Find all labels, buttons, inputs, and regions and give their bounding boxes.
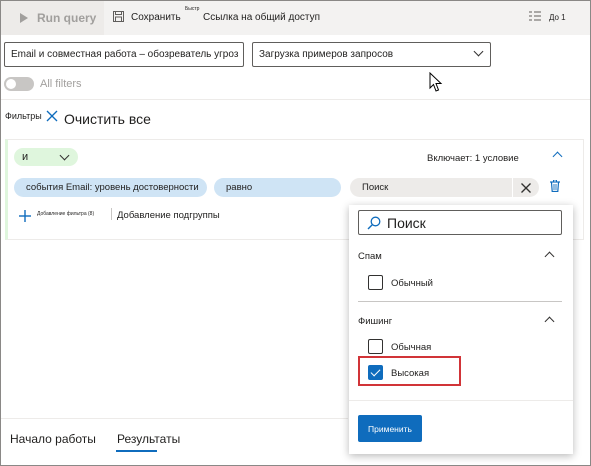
dropdown-search-placeholder: Поиск: [387, 215, 426, 231]
all-filters-toggle[interactable]: [4, 77, 34, 91]
toggle-knob: [6, 79, 16, 89]
schema-selector[interactable]: Email и совместная работа – обозреватель…: [4, 42, 244, 67]
save-badge: Быстр: [185, 6, 200, 12]
chevron-down-icon: [473, 46, 484, 57]
group-phish-title: Фишинг: [358, 316, 393, 327]
search-icon: [367, 216, 381, 230]
apply-button-label: Применить: [368, 423, 412, 434]
checkbox-phish-high[interactable]: [368, 365, 383, 380]
divider: [1, 99, 590, 100]
condition-operator-label: равно: [226, 182, 253, 193]
clear-value-button[interactable]: [513, 178, 539, 197]
tab-active-underline: [116, 450, 157, 452]
toolbar: Run query Сохранить Быстр Ссылка на общи…: [1, 1, 590, 35]
footer-divider: [349, 400, 573, 401]
sample-queries-label: Загрузка примеров запросов: [259, 49, 394, 60]
save-icon[interactable]: [113, 11, 124, 22]
mouse-cursor-icon: [429, 72, 443, 92]
clear-all-button[interactable]: Очистить все: [64, 111, 151, 127]
schema-selector-value: Email и совместная работа – обозреватель…: [11, 49, 239, 60]
tab-results[interactable]: Результаты: [117, 432, 180, 446]
group-divider: [358, 301, 562, 302]
includes-count: Включает: 1 условие: [427, 153, 519, 164]
group-spam-title: Спам: [358, 251, 382, 262]
option-spam-normal: Обычный: [391, 278, 433, 289]
value-dropdown-panel: Поиск Спам Обычный Фишинг Обычная Высока…: [349, 205, 573, 454]
apply-button[interactable]: Применить: [358, 415, 422, 442]
run-query-button[interactable]: Run query: [1, 1, 104, 35]
condition-operator[interactable]: равно: [214, 178, 341, 197]
condition-value-placeholder: Поиск: [362, 182, 389, 193]
filters-title: Фильтры: [5, 111, 42, 121]
option-phish-high: Высокая: [391, 368, 430, 379]
separator: [111, 208, 112, 220]
collapse-lines-icon[interactable]: [529, 11, 541, 22]
tabs-top-border: [1, 418, 348, 419]
tab-getting-started[interactable]: Начало работы: [10, 432, 96, 446]
checkbox-spam-normal[interactable]: [368, 275, 383, 290]
checkbox-phish-normal[interactable]: [368, 339, 383, 354]
operator-dropdown[interactable]: и: [14, 148, 78, 166]
all-filters-label: All filters: [40, 78, 82, 90]
close-icon[interactable]: [46, 110, 58, 122]
condition-field[interactable]: события Email: уровень достоверности: [14, 178, 207, 197]
chevron-down-icon: [59, 150, 70, 161]
condition-field-label: события Email: уровень достоверности: [26, 182, 199, 193]
dropdown-search-box[interactable]: Поиск: [358, 210, 562, 235]
operator-value: и: [22, 151, 29, 163]
run-query-label: Run query: [37, 11, 97, 25]
option-phish-normal: Обычная: [391, 342, 432, 353]
chevron-up-icon[interactable]: [544, 316, 555, 327]
delete-icon[interactable]: [550, 180, 560, 192]
save-button[interactable]: Сохранить: [131, 12, 181, 23]
add-filter-button[interactable]: Добавление фильтра (8): [37, 211, 94, 217]
play-icon: [20, 13, 28, 23]
share-link-button[interactable]: Ссылка на общий доступ: [203, 12, 320, 23]
add-icon[interactable]: [19, 210, 31, 222]
close-icon: [521, 183, 531, 193]
collapse-label[interactable]: До 1: [549, 13, 566, 22]
sample-queries-dropdown[interactable]: Загрузка примеров запросов: [252, 42, 491, 67]
add-subgroup-button[interactable]: Добавление подгруппы: [117, 210, 220, 221]
condition-value-input[interactable]: Поиск: [350, 178, 512, 197]
chevron-up-icon[interactable]: [544, 251, 555, 262]
